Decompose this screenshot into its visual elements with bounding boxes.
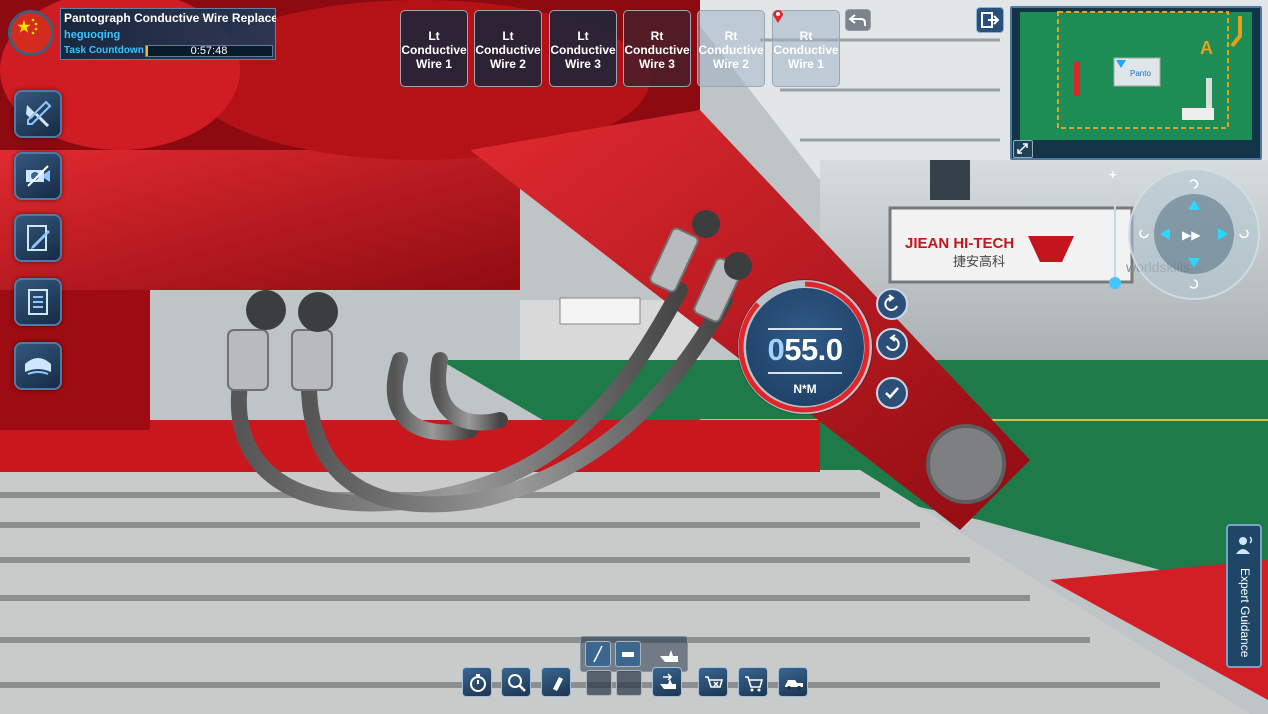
check-icon [885, 387, 899, 399]
task-panel: Pantograph Conductive Wire Replacen hegu… [4, 6, 276, 60]
vr-goggles-icon [25, 358, 51, 375]
countdown-label: Task Countdown [64, 45, 144, 56]
tool-slot-screwdriver[interactable] [585, 641, 611, 667]
hand-swap-icon [660, 673, 676, 689]
username: heguoqing [64, 29, 121, 41]
tab-label-side: Rt [799, 29, 813, 43]
flashlight-button[interactable] [541, 667, 571, 697]
tab-label-number: Wire 2 [490, 57, 526, 71]
tab-label-type: Conductive [550, 43, 616, 57]
sign-brand-cn: 捷安高科 [953, 254, 1005, 270]
tab-rt-conductive-wire-2[interactable]: Rt Conductive Wire 2 [697, 10, 765, 87]
tab-label-number: Wire 2 [713, 57, 749, 71]
rotate-ccw-icon [884, 294, 898, 311]
china-flag-icon [8, 10, 54, 56]
tab-label-type: Conductive [698, 43, 764, 57]
task-info: Pantograph Conductive Wire Replacen hegu… [60, 8, 276, 60]
tab-lt-conductive-wire-1[interactable]: Lt Conductive Wire 1 [400, 10, 468, 87]
cart-remove-icon [705, 676, 724, 688]
tab-label-side: Rt [650, 29, 664, 43]
minimap-marker-label: Panto [1130, 69, 1151, 78]
hammer-wrench-icon [26, 100, 52, 128]
checklist-icon [28, 289, 48, 315]
tab-label-side: Lt [502, 29, 514, 43]
hand-swap-button[interactable] [652, 667, 682, 697]
tab-label-type: Conductive [624, 43, 690, 57]
hand-icon[interactable] [657, 644, 681, 666]
tab-label-number: Wire 1 [788, 57, 824, 71]
tab-rt-conductive-wire-3[interactable]: Rt Conductive Wire 3 [623, 10, 691, 87]
tab-label-side: Lt [577, 29, 589, 43]
checklist-button[interactable] [14, 278, 62, 326]
tool-slot-empty-2[interactable] [616, 670, 642, 696]
torque-value-main: 55.0 [784, 332, 843, 367]
expert-avatar-icon [1236, 536, 1253, 554]
countdown-time: 0:57:48 [190, 45, 228, 57]
screwdriver-icon [593, 645, 603, 663]
rotate-ccw-button[interactable] [876, 288, 908, 320]
expert-guidance-button[interactable]: Expert Guidance [1226, 524, 1262, 668]
cart-tools-icon [745, 676, 764, 692]
sign-brand-en: JIEAN HI-TECH [905, 235, 1014, 252]
torque-rule-bottom [768, 372, 842, 374]
view-button[interactable] [14, 342, 62, 390]
expert-guidance-label: Expert Guidance [1238, 568, 1252, 658]
stopwatch-button[interactable] [462, 667, 492, 697]
tab-label-side: Lt [428, 29, 440, 43]
cart-remove-button[interactable] [698, 667, 728, 697]
tab-label-number: Wire 1 [416, 57, 452, 71]
torque-gauge: 055.0 N*M [738, 280, 872, 414]
flashlight-icon [553, 677, 563, 691]
camera-tool-icon [26, 165, 50, 187]
rotate-cw-button[interactable] [876, 328, 908, 360]
zoom-slider-handle[interactable] [1109, 277, 1121, 289]
tools-button[interactable] [14, 90, 62, 138]
back-button[interactable] [845, 9, 871, 31]
camera-navigation-ring[interactable]: ▶▶ [1128, 168, 1260, 300]
torque-value: 055.0 [746, 332, 864, 368]
rotate-cw-icon [886, 334, 900, 351]
tab-label-type: Conductive [773, 43, 839, 57]
task-title: Pantograph Conductive Wire Replacen [64, 11, 276, 25]
vehicle-icon [785, 680, 803, 690]
vehicle-button[interactable] [778, 667, 808, 697]
tab-label-side: Rt [724, 29, 738, 43]
confirm-button[interactable] [876, 377, 908, 409]
tab-label-number: Wire 3 [565, 57, 601, 71]
tab-label-type: Conductive [401, 43, 467, 57]
cart-tools-button[interactable] [738, 667, 768, 697]
undo-arrow-icon [848, 14, 866, 26]
record-button[interactable] [14, 214, 62, 262]
tool-slot-empty-1[interactable] [586, 670, 612, 696]
location-pin-icon [773, 10, 783, 23]
countdown-bar: 0:57:48 [145, 45, 273, 57]
minimap[interactable]: Panto A [1010, 6, 1262, 160]
tab-label-type: Conductive [475, 43, 541, 57]
zoom-slider[interactable] [1114, 180, 1116, 284]
notepad-pencil-icon [27, 225, 50, 251]
torque-unit: N*M [793, 382, 817, 396]
tab-lt-conductive-wire-2[interactable]: Lt Conductive Wire 2 [474, 10, 542, 87]
minimap-view: Panto A [1020, 11, 1252, 140]
exit-button[interactable] [976, 7, 1004, 33]
svg-text:A: A [1200, 38, 1213, 58]
tab-label-number: Wire 3 [639, 57, 675, 71]
torque-rule-top [768, 328, 842, 330]
torque-face: 055.0 N*M [746, 288, 864, 406]
torque-value-lead: 0 [767, 332, 785, 367]
inspection-button[interactable] [14, 152, 62, 200]
magnifier-button[interactable] [501, 667, 531, 697]
magnifier-icon [508, 674, 526, 692]
stopwatch-icon [470, 674, 486, 692]
minimap-expand-button[interactable] [1013, 140, 1033, 158]
exit-icon [981, 12, 1000, 28]
torque-wrench-icon [622, 652, 634, 657]
expand-icon [1017, 143, 1028, 154]
svg-text:▶▶: ▶▶ [1182, 228, 1201, 242]
tab-lt-conductive-wire-3[interactable]: Lt Conductive Wire 3 [549, 10, 617, 87]
navigation-arrows-icon: ▶▶ [1139, 179, 1249, 289]
tool-slot-torque-wrench[interactable] [615, 641, 641, 667]
